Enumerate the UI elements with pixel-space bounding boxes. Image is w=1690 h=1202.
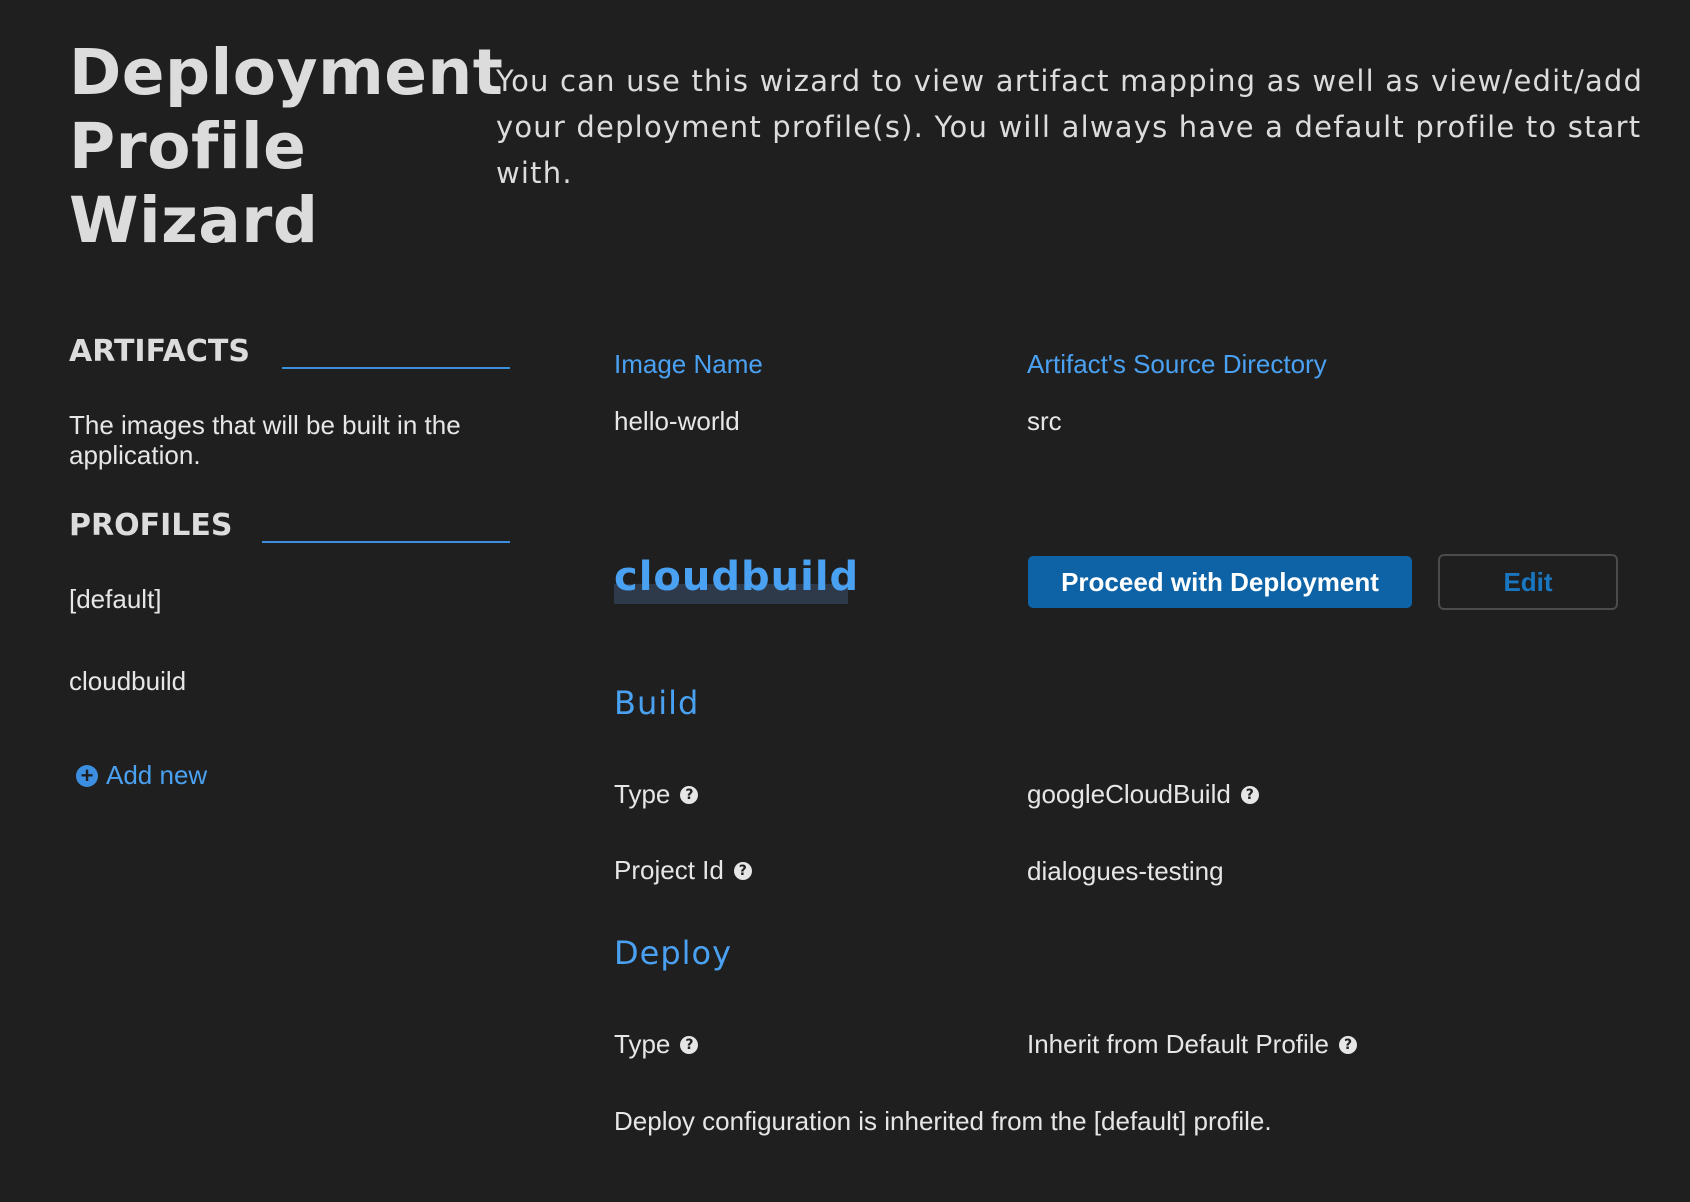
page-intro: You can use this wizard to view artifact… bbox=[496, 64, 1644, 190]
profile-item-cloudbuild[interactable]: cloudbuild bbox=[69, 666, 186, 697]
page-title-line-3: Wizard bbox=[69, 184, 319, 257]
question-circle-icon[interactable]: ? bbox=[1240, 785, 1259, 804]
deploy-heading: Deploy bbox=[614, 934, 733, 972]
artifacts-description: The images that will be built in the app… bbox=[69, 410, 461, 470]
page-title-line-1: Deployment bbox=[69, 36, 504, 109]
add-new-label: Add new bbox=[106, 760, 208, 790]
build-type-value: googleCloudBuild bbox=[1027, 779, 1231, 809]
profiles-divider bbox=[262, 541, 510, 543]
deploy-type-label-row: Type ? bbox=[614, 1029, 699, 1060]
column-header-image-name: Image Name bbox=[614, 349, 763, 379]
deploy-type-label: Type bbox=[614, 1029, 671, 1059]
deploy-type-value: Inherit from Default Profile bbox=[1027, 1029, 1330, 1059]
edit-button[interactable]: Edit bbox=[1438, 554, 1618, 610]
build-type-label-row: Type ? bbox=[614, 779, 699, 810]
project-id-value: dialogues-testing bbox=[1027, 856, 1224, 886]
question-circle-icon[interactable]: ? bbox=[1339, 1035, 1358, 1054]
proceed-with-deployment-button[interactable]: Proceed with Deployment bbox=[1028, 556, 1412, 608]
question-circle-icon[interactable]: ? bbox=[733, 861, 752, 880]
build-type-label: Type bbox=[614, 779, 671, 809]
column-header-source-directory: Artifact's Source Directory bbox=[1027, 349, 1327, 379]
build-heading: Build bbox=[614, 684, 700, 722]
profile-title: cloudbuild bbox=[614, 554, 860, 600]
profile-item-default[interactable]: [default] bbox=[69, 584, 162, 615]
profiles-heading: PROFILES bbox=[69, 508, 233, 543]
project-id-label-row: Project Id ? bbox=[614, 855, 752, 886]
deploy-type-value-row: Inherit from Default Profile ? bbox=[1027, 1029, 1358, 1060]
plus-circle-icon: + bbox=[76, 764, 98, 787]
deploy-inherit-note: Deploy configuration is inherited from t… bbox=[614, 1106, 1272, 1136]
page-title-line-2: Profile bbox=[69, 110, 307, 183]
page-title: Deployment Profile Wizard bbox=[69, 36, 504, 258]
add-new-profile-button[interactable]: + Add new bbox=[76, 760, 207, 791]
project-id-label: Project Id bbox=[614, 855, 724, 885]
question-circle-icon[interactable]: ? bbox=[680, 785, 699, 804]
artifacts-heading: ARTIFACTS bbox=[69, 334, 250, 369]
artifact-image-name: hello-world bbox=[614, 406, 740, 436]
question-circle-icon[interactable]: ? bbox=[680, 1035, 699, 1054]
artifact-source-directory: src bbox=[1027, 406, 1062, 436]
artifacts-divider bbox=[282, 367, 510, 369]
build-type-value-row: googleCloudBuild ? bbox=[1027, 779, 1259, 810]
